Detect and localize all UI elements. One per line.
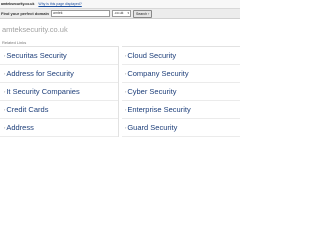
arrow-right-icon: › [4,53,6,58]
arrow-right-icon: › [125,53,127,58]
related-link-label[interactable]: Address [6,123,34,132]
page-title: amteksecurity.co.uk [2,25,68,34]
tld-select[interactable]: .co.uk ▾ [112,10,132,17]
related-link-label[interactable]: Cyber Security [127,87,176,96]
related-link[interactable]: › Cyber Security [122,83,240,101]
related-link-label[interactable]: Enterprise Security [127,105,190,114]
related-link-label[interactable]: Securitas Security [6,51,66,60]
domain-search-bar: Find your perfect domain .co.uk ▾ Search… [0,9,240,19]
top-bar: amteksecurity.co.uk Why is this page dis… [0,0,240,9]
related-link[interactable]: › Company Security [122,65,240,83]
find-domain-label: Find your perfect domain [1,11,50,16]
main-content: amteksecurity.co.uk Related Links › Secu… [0,19,240,137]
arrow-right-icon: › [4,125,6,130]
arrow-right-icon: › [4,71,6,76]
search-button[interactable]: Search › [133,9,153,18]
related-link-label[interactable]: Company Security [127,69,188,78]
arrow-right-icon: › [125,71,127,76]
domain-search-input[interactable] [51,10,111,17]
arrow-right-icon: › [125,89,127,94]
domain-name: amteksecurity.co.uk [1,2,35,6]
related-link[interactable]: › Address for Security [0,65,118,83]
related-link[interactable]: › Credit Cards [0,101,118,119]
arrow-right-icon: › [148,11,150,16]
related-link[interactable]: › Address [0,119,118,137]
related-link[interactable]: › Cloud Security [122,47,240,65]
related-link-label[interactable]: Cloud Security [127,51,176,60]
related-links-right-column: › Cloud Security › Company Security › Cy… [122,46,240,137]
search-button-label: Search [136,11,148,16]
related-link[interactable]: › It Security Companies [0,83,118,101]
related-link-label[interactable]: Credit Cards [6,105,48,114]
chevron-down-icon: ▾ [127,11,130,15]
related-link-label[interactable]: Address for Security [6,69,74,78]
arrow-right-icon: › [4,89,6,94]
arrow-right-icon: › [4,107,6,112]
why-displayed-link[interactable]: Why is this page displayed? [38,2,81,6]
related-link[interactable]: › Enterprise Security [122,101,240,119]
related-link[interactable]: › Guard Security [122,119,240,137]
related-links-left-column: › Securitas Security › Address for Secur… [0,46,119,137]
arrow-right-icon: › [125,125,127,130]
related-link-label[interactable]: It Security Companies [6,87,79,96]
related-link-label[interactable]: Guard Security [127,123,177,132]
arrow-right-icon: › [125,107,127,112]
tld-select-value: .co.uk [114,11,124,15]
related-link[interactable]: › Securitas Security [0,47,118,65]
related-links-heading: Related Links [2,40,27,45]
